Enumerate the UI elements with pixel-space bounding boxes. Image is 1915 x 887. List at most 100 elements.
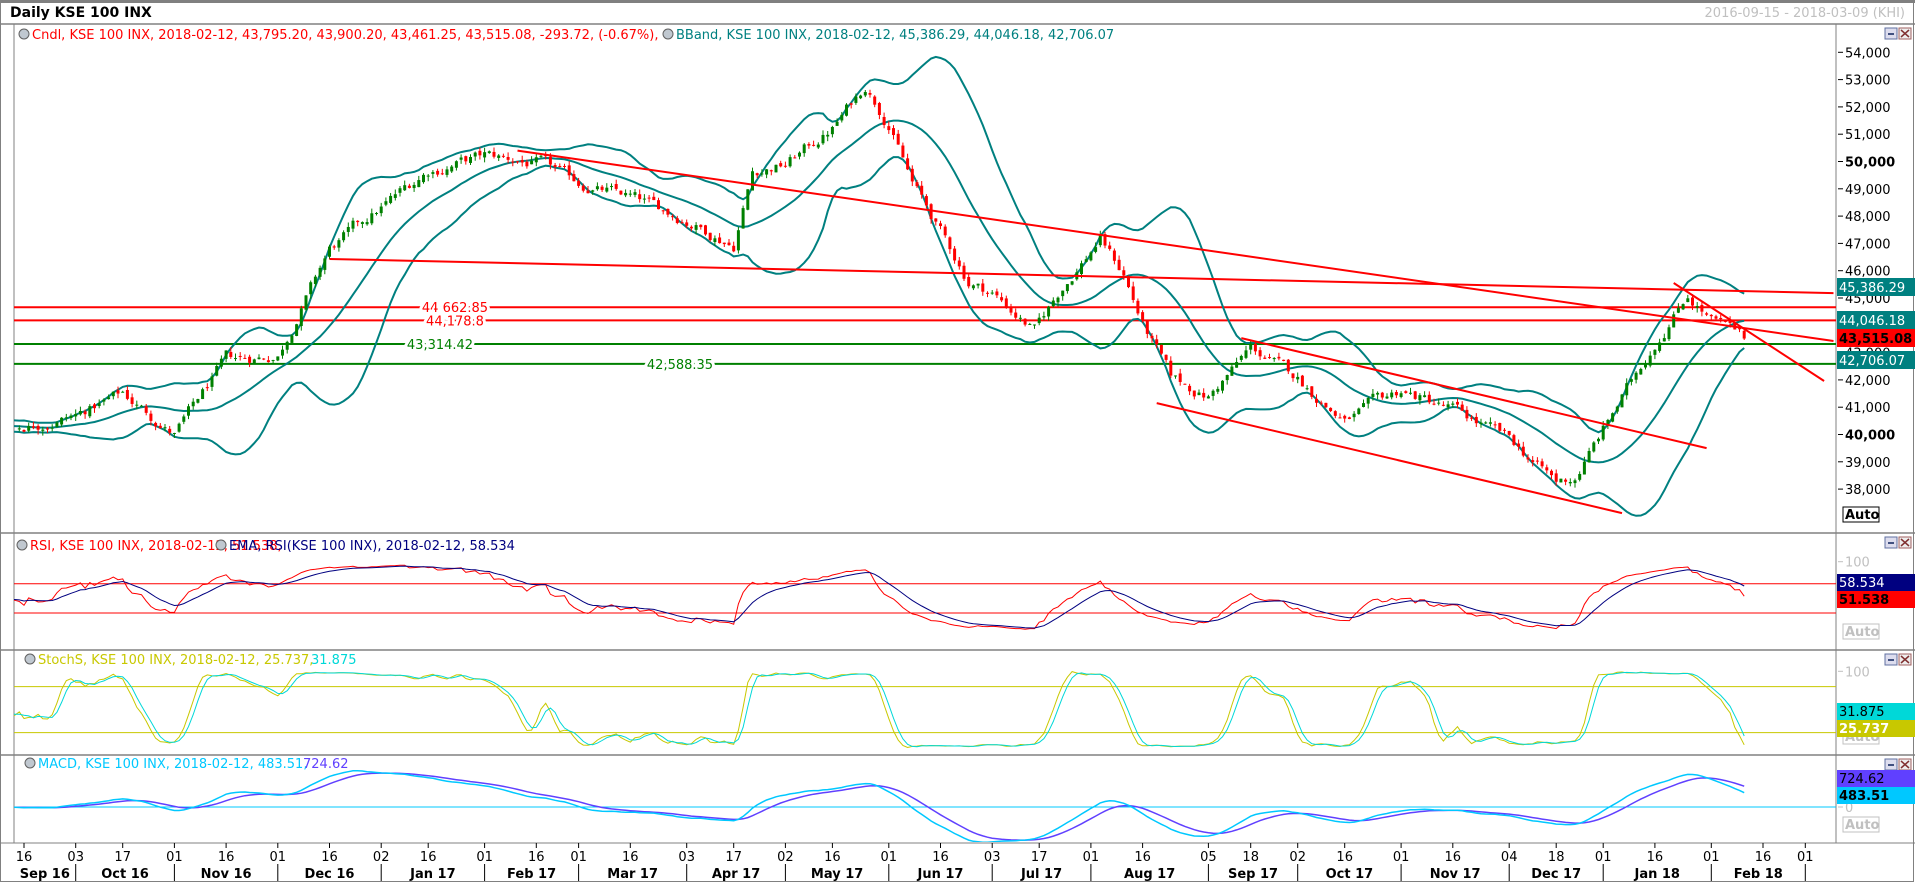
legend-main: Cndl, KSE 100 INX, 2018-02-12, 43,795.20… xyxy=(18,28,1114,43)
clock-icon[interactable] xyxy=(24,653,36,665)
candle-body xyxy=(1723,320,1727,322)
candle-body xyxy=(1686,298,1690,303)
candle-body xyxy=(1714,316,1718,319)
candle-body xyxy=(1615,406,1619,412)
candle-body xyxy=(464,156,468,162)
candle-body xyxy=(1587,450,1591,463)
auto-scale-button[interactable]: Auto xyxy=(1842,816,1880,833)
clock-icon[interactable] xyxy=(24,757,36,769)
candle-body xyxy=(1521,446,1525,456)
candle-body xyxy=(901,145,905,158)
level-label: 43,314.42 xyxy=(407,338,473,353)
candle-body xyxy=(234,358,237,360)
month-label: Feb 17 xyxy=(507,867,556,882)
date-tick-label: 16 xyxy=(622,850,639,865)
candle-body xyxy=(417,180,421,188)
clock-icon[interactable] xyxy=(18,28,30,40)
clock-icon[interactable] xyxy=(215,539,227,551)
candle-body xyxy=(887,126,891,131)
candle-body xyxy=(1658,342,1662,351)
candle-body xyxy=(285,341,289,350)
auto-button-label[interactable]: Auto xyxy=(1845,625,1880,640)
auto-scale-button[interactable]: Auto xyxy=(1842,506,1880,523)
candle-body xyxy=(727,242,731,246)
candle-body xyxy=(1098,235,1102,246)
candle-body xyxy=(1263,357,1267,359)
candle-body xyxy=(69,415,73,419)
candle-body xyxy=(652,196,656,201)
candle-body xyxy=(581,185,585,191)
candle-body xyxy=(840,114,844,121)
candle-body xyxy=(219,358,223,367)
candle-body xyxy=(892,128,895,136)
candle-body xyxy=(1498,422,1502,431)
candle-body xyxy=(628,193,632,195)
date-tick-label: 18 xyxy=(1548,850,1565,865)
candle-body xyxy=(694,225,698,230)
candle-body xyxy=(262,358,266,360)
date-tick-label: 16 xyxy=(1647,850,1664,865)
candle-body xyxy=(807,144,811,146)
candle-body xyxy=(826,134,830,137)
clock-icon[interactable] xyxy=(16,539,28,551)
candle-body xyxy=(238,355,242,357)
candle-body xyxy=(1601,425,1605,440)
candle-body xyxy=(896,133,900,145)
candle-body xyxy=(1399,393,1403,397)
candle-body xyxy=(1357,408,1361,415)
date-tick-label: 16 xyxy=(16,850,33,865)
candle xyxy=(295,323,299,337)
candle-body xyxy=(1174,375,1177,377)
candle-body xyxy=(680,222,684,224)
candle-body xyxy=(685,222,689,226)
candle-body xyxy=(1625,383,1629,396)
candle-body xyxy=(46,428,49,430)
candle xyxy=(1413,390,1417,400)
auto-button-label[interactable]: Auto xyxy=(1845,508,1880,523)
candle-body xyxy=(1291,373,1295,379)
candle-body xyxy=(1582,461,1586,475)
candle-body xyxy=(1376,392,1380,395)
candle-body xyxy=(50,427,54,429)
candle xyxy=(1136,298,1140,316)
candle-body xyxy=(431,172,435,174)
candle-body xyxy=(1329,407,1333,412)
candle-body xyxy=(1131,286,1135,300)
candle-body xyxy=(1197,392,1201,396)
candle-body xyxy=(793,157,797,159)
candle-body xyxy=(957,260,961,267)
candle-body xyxy=(389,195,393,203)
date-tick-label: 16 xyxy=(824,850,841,865)
price-tick-label: 53,000 xyxy=(1845,74,1891,89)
month-label: May 17 xyxy=(811,867,863,882)
candle-body xyxy=(309,282,313,295)
candle-body xyxy=(1634,372,1638,380)
candle xyxy=(704,224,707,236)
auto-button-label[interactable]: Auto xyxy=(1845,818,1880,833)
candle-body xyxy=(1493,424,1497,426)
candle-body xyxy=(530,160,534,165)
candle-body xyxy=(1719,317,1723,320)
candle-body xyxy=(478,150,482,156)
candle-body xyxy=(1192,390,1196,397)
legend-macd: MACD, KSE 100 INX, 2018-02-12, 483.51, 7… xyxy=(24,757,349,772)
candle-body xyxy=(1127,277,1130,288)
candle-body xyxy=(967,276,971,287)
candle-body xyxy=(83,411,87,415)
candle-body xyxy=(295,324,299,336)
candle-body xyxy=(642,198,646,200)
candle-body xyxy=(812,144,816,146)
month-label: Jan 18 xyxy=(1634,867,1680,882)
month-label: Nov 16 xyxy=(201,867,252,882)
candle-body xyxy=(1568,481,1572,484)
candle-body xyxy=(1517,443,1521,447)
clock-icon[interactable] xyxy=(662,28,674,40)
candle-body xyxy=(873,96,877,105)
auto-scale-button[interactable]: Auto xyxy=(1842,623,1880,640)
candle-body xyxy=(868,92,872,95)
candle-body xyxy=(271,360,275,362)
candle-body xyxy=(506,156,510,160)
candle-body xyxy=(1235,361,1239,368)
candle-body xyxy=(215,366,219,376)
month-label: Sep 16 xyxy=(20,867,70,882)
